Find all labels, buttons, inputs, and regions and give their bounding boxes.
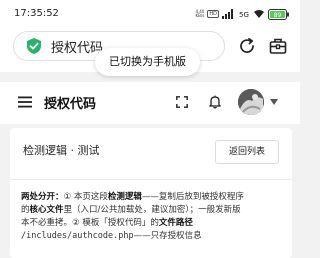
status-icons: 4.40 KB/s HD 5G 89 (195, 8, 290, 20)
content-card: 检测逻辑 · 测试 返回列表 两处分开：① 本页这段检测逻辑——复制后放到被授权… (10, 128, 292, 258)
description-lead: 两处分开： (21, 192, 64, 202)
file-path-code: /includes/authcode.php (21, 231, 134, 241)
reload-icon[interactable] (237, 36, 257, 56)
bell-icon[interactable] (208, 95, 222, 109)
network-speed: 4.40 KB/s (195, 9, 205, 18)
description-line: 两处分开：① 本页这段检测逻辑——复制后放到被授权程序 (21, 192, 244, 202)
address-text: 授权代码 (51, 40, 104, 56)
page-title: 授权代码 (44, 97, 97, 112)
back-to-list-button[interactable]: 返回列表 (215, 140, 279, 164)
battery-icon: 89 (268, 8, 289, 20)
toast-message: 已切换为手机版 (95, 48, 200, 76)
wifi-icon (254, 10, 264, 18)
toolbox-icon[interactable] (268, 36, 288, 56)
avatar[interactable] (238, 89, 264, 115)
status-time: 17:35:52 (14, 8, 59, 19)
signal-icon (222, 9, 233, 19)
hd-badge: HD (207, 10, 219, 18)
description-text: 两处分开：① 本页这段检测逻辑——复制后放到被授权程序 的核心文件里（入口/公共… (21, 191, 291, 243)
shield-check-icon (27, 38, 41, 54)
description-line: 的核心文件里（入口/公共加载处，建议加密）；一般发新版 (21, 205, 241, 215)
hamburger-menu-icon[interactable] (18, 96, 32, 108)
network-label: 5G (239, 11, 249, 19)
fullscreen-icon[interactable] (176, 96, 188, 108)
description-line: /includes/authcode.php——只存授权信息 (21, 231, 202, 241)
caret-down-icon[interactable] (270, 99, 278, 105)
network-badge: 5G (239, 11, 249, 19)
status-bar: 17:35:52 4.40 KB/s HD 5G 89 (0, 0, 300, 28)
card-title: 检测逻辑 · 测试 (23, 144, 100, 157)
card-divider (10, 179, 292, 180)
avatar-image (238, 89, 264, 115)
battery-level: 89 (274, 12, 282, 19)
description-line: 本不必重拷。② 模板「授权代码」的文件路径 (21, 218, 193, 228)
